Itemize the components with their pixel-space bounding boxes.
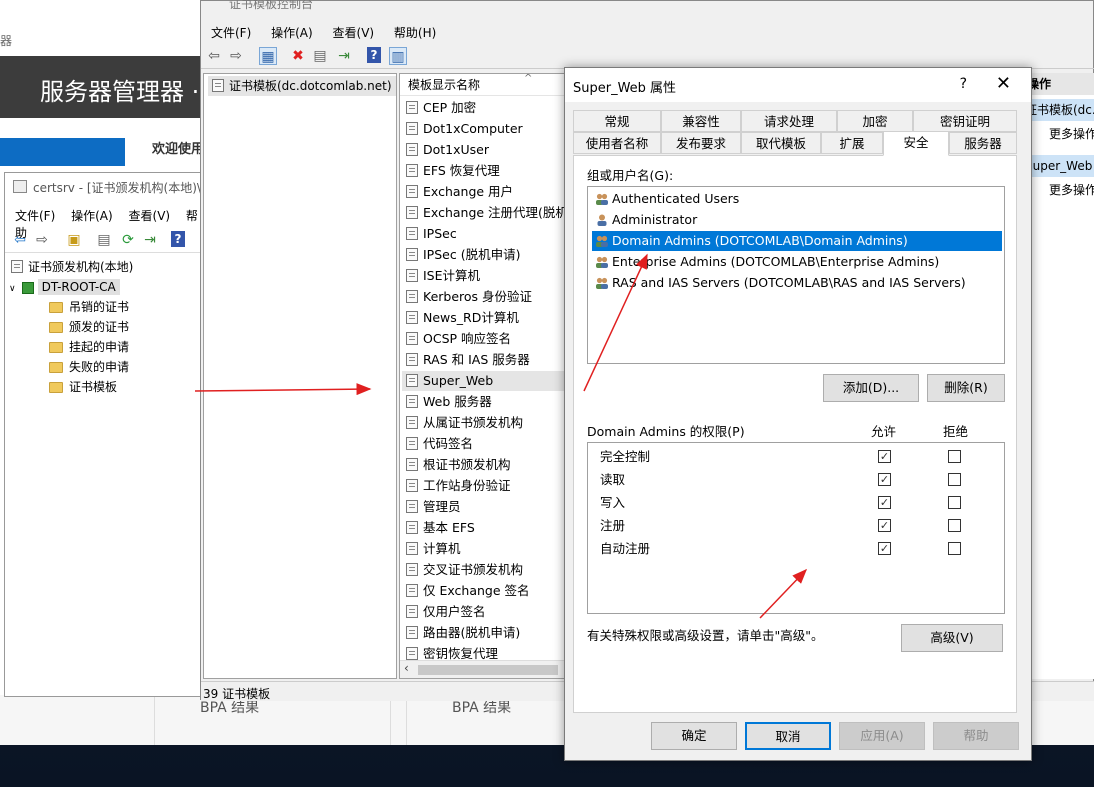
arrow-to-domain-admins bbox=[583, 253, 648, 392]
arrow-to-permissions bbox=[759, 568, 808, 619]
arrow-to-template-list bbox=[194, 383, 372, 396]
annotation-arrows bbox=[194, 253, 808, 619]
